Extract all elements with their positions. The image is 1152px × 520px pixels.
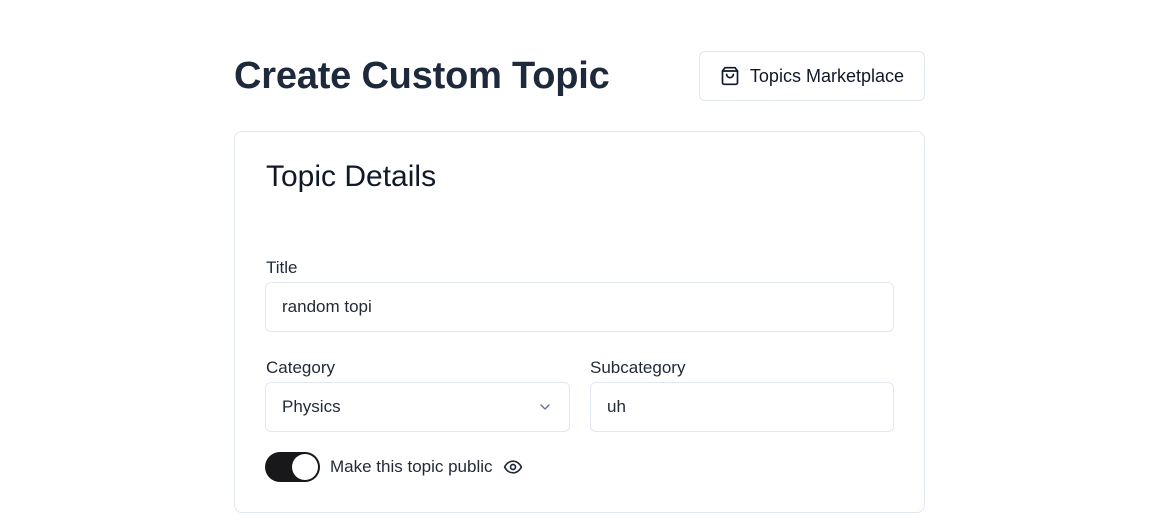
chevron-down-icon bbox=[537, 399, 553, 415]
category-select[interactable]: Physics bbox=[265, 382, 570, 432]
page-title: Create Custom Topic bbox=[234, 54, 610, 97]
title-input[interactable] bbox=[265, 282, 894, 332]
switch-knob bbox=[292, 454, 318, 480]
eye-icon bbox=[503, 457, 523, 477]
title-label: Title bbox=[266, 258, 298, 277]
topics-marketplace-label: Topics Marketplace bbox=[749, 65, 904, 86]
subcategory-label: Subcategory bbox=[590, 358, 686, 377]
public-toggle-label: Make this topic public bbox=[330, 457, 493, 476]
card-title: Topic Details bbox=[266, 160, 437, 193]
page-header: Create Custom Topic Topics Marketplace bbox=[234, 51, 925, 101]
shopping-bag-icon bbox=[720, 66, 740, 86]
category-selected-value: Physics bbox=[282, 397, 341, 416]
public-toggle-row: Make this topic public bbox=[265, 452, 523, 482]
create-topic-page: Create Custom Topic Topics Marketplace T… bbox=[0, 0, 1152, 520]
topics-marketplace-button[interactable]: Topics Marketplace bbox=[698, 51, 925, 101]
subcategory-input[interactable] bbox=[590, 382, 894, 432]
category-label: Category bbox=[266, 358, 335, 377]
public-toggle-switch[interactable] bbox=[265, 452, 320, 482]
topic-details-card: Topic Details Title Category Physics Sub… bbox=[234, 131, 925, 513]
